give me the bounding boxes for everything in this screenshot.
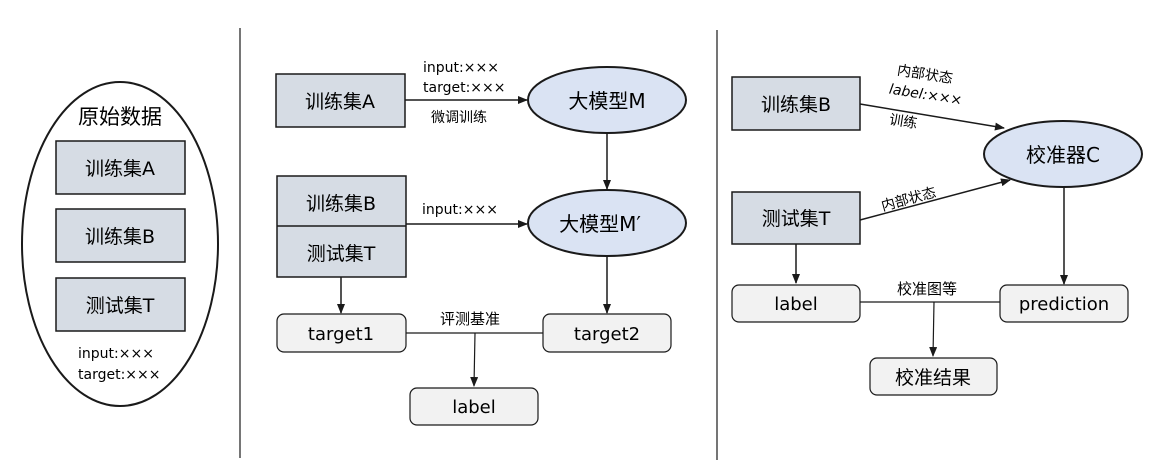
ft-label-text: label bbox=[452, 397, 496, 418]
raw-train-a-label: 训练集A bbox=[85, 158, 155, 180]
calib-chart-label: 校准图等 bbox=[897, 280, 957, 298]
target1-label: target1 bbox=[308, 324, 374, 345]
edge-a-m-target: target:××× bbox=[423, 80, 505, 96]
calib-result-text: 校准结果 bbox=[895, 367, 971, 389]
eval-benchmark-label: 评测基准 bbox=[440, 310, 500, 328]
ft-train-b-label: 训练集B bbox=[306, 193, 376, 215]
edge-eval-to-label bbox=[470, 332, 479, 387]
edge-b-c-labels: 内部状态 label:××× 训练 bbox=[888, 63, 963, 133]
edge-b-c-train: 训练 bbox=[888, 112, 918, 132]
raw-note-target: target:××× bbox=[78, 367, 160, 383]
edge-a-m-input: input:××× bbox=[423, 60, 499, 76]
cal-train-b-label: 训练集B bbox=[761, 94, 831, 116]
raw-note-input: input:××× bbox=[78, 346, 154, 362]
edge-b-to-c bbox=[859, 103, 1005, 131]
cal-label-text: label bbox=[774, 294, 818, 315]
panel-finetune: 训练集A 大模型M input:××× target:××× 微调训练 大模型M… bbox=[275, 60, 687, 426]
edge-b-c-label: label:××× bbox=[888, 82, 963, 109]
edge-t-c-state: 内部状态 bbox=[880, 185, 938, 215]
edge-a-m-finetune: 微调训练 bbox=[431, 110, 487, 126]
diagram-canvas: 原始数据 训练集A 训练集B 测试集T input:××× target:×××… bbox=[21, 28, 1143, 460]
cal-test-t-label: 测试集T bbox=[762, 208, 831, 230]
panel-calibration: 训练集B 测试集T 校准器C 内部状态 label:××× 训练 内部状态 la… bbox=[731, 63, 1143, 396]
raw-test-t-label: 测试集T bbox=[86, 295, 155, 317]
prediction-text: prediction bbox=[1019, 294, 1109, 315]
model-m-label: 大模型M bbox=[568, 89, 645, 113]
ft-train-a-label: 训练集A bbox=[305, 91, 375, 113]
edge-t-c-labels: 内部状态 bbox=[880, 185, 938, 215]
panel-raw-data: 原始数据 训练集A 训练集B 测试集T input:××× target:××× bbox=[21, 81, 219, 407]
raw-data-title: 原始数据 bbox=[78, 105, 162, 129]
edge-bt-mprime-input: input:××× bbox=[422, 202, 498, 218]
edge-calib-to-result bbox=[929, 301, 938, 357]
model-m-prime-label: 大模型M′ bbox=[559, 212, 641, 236]
ft-test-t-label: 测试集T bbox=[307, 243, 376, 265]
raw-train-b-label: 训练集B bbox=[85, 226, 155, 248]
calibrator-label: 校准器C bbox=[1026, 143, 1100, 167]
target2-label: target2 bbox=[574, 324, 640, 345]
